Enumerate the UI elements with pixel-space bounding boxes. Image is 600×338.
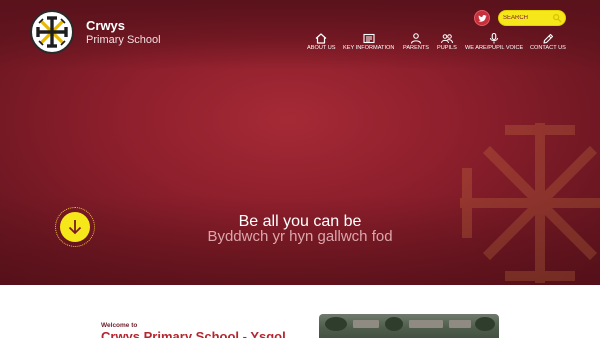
hero-tagline-welsh: Byddwch yr hyn gallwch fod (207, 228, 393, 245)
nav-contact-us[interactable]: CONTACT US (530, 33, 566, 55)
microphone-icon (490, 33, 498, 44)
nav-parents[interactable]: PARENTS (403, 33, 429, 55)
nav-about-us[interactable]: ABOUT US (307, 33, 336, 55)
nav-pupils[interactable]: PUPILS (437, 33, 457, 55)
group-icon (441, 34, 453, 44)
photo-building (449, 320, 471, 328)
pencil-icon (543, 33, 554, 44)
photo-tree (475, 317, 495, 331)
home-icon (315, 33, 327, 44)
welcome-title: Crwys Primary School - Ysgol (101, 329, 286, 338)
search-input[interactable] (503, 12, 549, 24)
nav-contact-us-label: CONTACT US (530, 45, 566, 51)
search-icon[interactable] (552, 13, 562, 23)
nav-pupil-voice[interactable]: WE ARE/PUPIL VOICE (465, 33, 523, 55)
twitter-button[interactable] (474, 10, 490, 26)
nav-about-us-label: ABOUT US (307, 45, 336, 51)
nav-key-information[interactable]: KEY INFORMATION (343, 33, 395, 55)
photo-tree (325, 317, 347, 331)
school-aerial-photo (319, 314, 499, 338)
watermark-crest-icon (460, 123, 600, 283)
photo-building (409, 320, 443, 328)
person-icon (410, 33, 422, 44)
info-card-icon (363, 33, 375, 44)
school-name[interactable]: Crwys (86, 19, 125, 33)
school-logo[interactable] (30, 10, 74, 54)
nav-key-information-label: KEY INFORMATION (343, 45, 395, 51)
photo-tree (385, 317, 403, 331)
search-box[interactable] (498, 10, 566, 26)
twitter-icon (478, 15, 487, 22)
nav-pupil-voice-label: WE ARE/PUPIL VOICE (465, 45, 524, 51)
nav-pupils-label: PUPILS (437, 45, 457, 51)
photo-building (353, 320, 379, 328)
hero-banner: Crwys Primary School ABOUT US (0, 0, 600, 285)
nav-parents-label: PARENTS (403, 45, 430, 51)
cross-badge-icon (36, 16, 68, 48)
school-subtitle[interactable]: Primary School (86, 34, 161, 46)
